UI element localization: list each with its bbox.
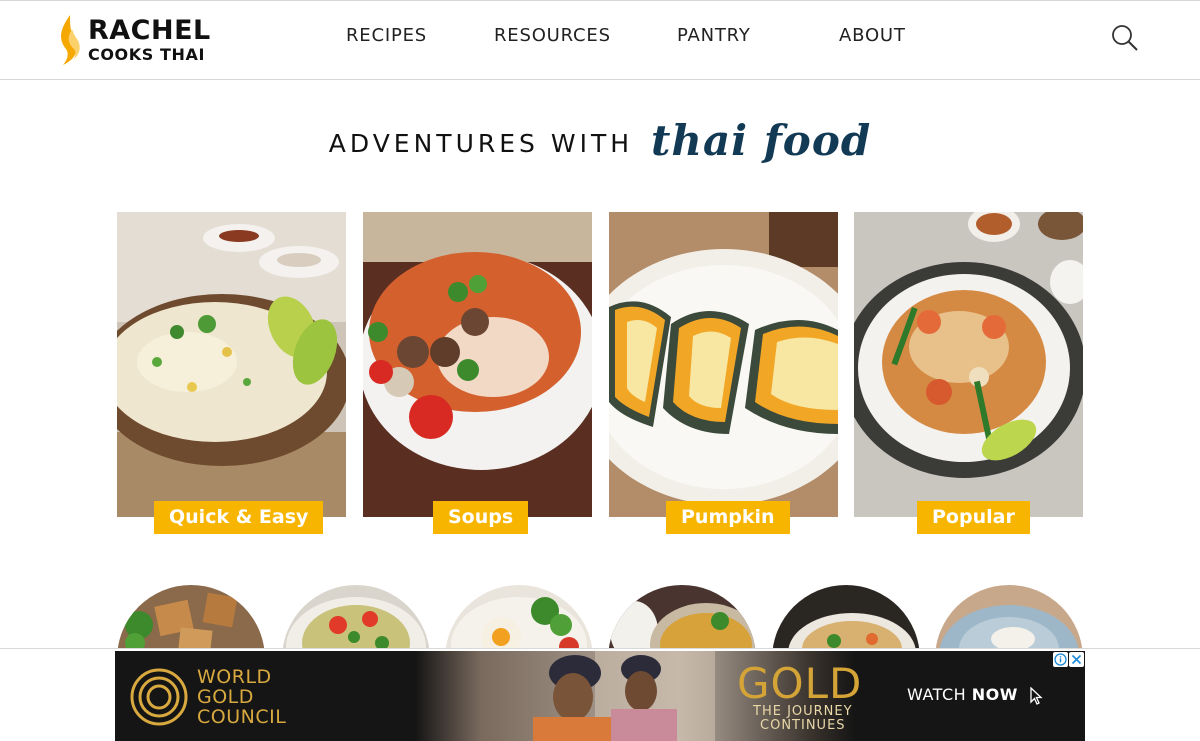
category-label: Popular bbox=[917, 501, 1030, 534]
ad-subline: THE JOURNEY CONTINUES bbox=[753, 704, 853, 733]
tagline-script: thai food bbox=[651, 115, 872, 165]
nav-resources[interactable]: RESOURCES bbox=[494, 25, 611, 46]
category-card-popular[interactable]: Popular bbox=[854, 212, 1083, 534]
logo-title: RACHEL bbox=[88, 15, 211, 46]
site-logo[interactable]: RACHEL COOKS THAI bbox=[56, 11, 216, 69]
ad-headline: GOLD bbox=[737, 659, 863, 708]
nav-recipes[interactable]: RECIPES bbox=[346, 25, 427, 46]
ad-cta-button[interactable]: WATCH NOW bbox=[907, 685, 1018, 704]
category-label: Quick & Easy bbox=[154, 501, 324, 534]
fried-rice-photo bbox=[117, 212, 346, 517]
category-label: Soups bbox=[433, 501, 529, 534]
flame-icon bbox=[61, 15, 80, 65]
category-label: Pumpkin bbox=[666, 501, 790, 534]
category-card-quick-easy[interactable]: Quick & Easy bbox=[117, 212, 346, 534]
site-header: RACHEL COOKS THAI RECIPES RESOURCES PANT… bbox=[0, 0, 1200, 80]
ad-close-icon[interactable] bbox=[1069, 652, 1084, 667]
tom-yum-soup-photo bbox=[363, 212, 592, 517]
cursor-icon bbox=[1030, 687, 1043, 705]
logo-subtitle: COOKS THAI bbox=[88, 45, 206, 64]
category-card-soups[interactable]: Soups bbox=[363, 212, 592, 534]
nav-about[interactable]: ABOUT bbox=[839, 25, 906, 46]
ad-info-icon[interactable] bbox=[1053, 652, 1068, 667]
pumpkin-custard-photo bbox=[609, 212, 838, 517]
category-card-pumpkin[interactable]: Pumpkin bbox=[609, 212, 838, 534]
tagline: ADVENTURES WITH thai food bbox=[0, 100, 1200, 180]
search-icon bbox=[1112, 25, 1138, 51]
search-button[interactable] bbox=[1110, 23, 1140, 53]
tagline-caps: ADVENTURES WITH bbox=[328, 128, 634, 158]
world-gold-council-logo bbox=[130, 668, 188, 726]
pad-thai-photo bbox=[854, 212, 1083, 517]
nav-pantry[interactable]: PANTRY bbox=[677, 25, 751, 46]
ad-brand: WORLD GOLD COUNCIL bbox=[197, 666, 287, 728]
ad-banner[interactable]: WORLD GOLD COUNCIL GOLD THE JOURNEY CONT… bbox=[115, 651, 1085, 741]
ad-container: WORLD GOLD COUNCIL GOLD THE JOURNEY CONT… bbox=[0, 648, 1200, 741]
